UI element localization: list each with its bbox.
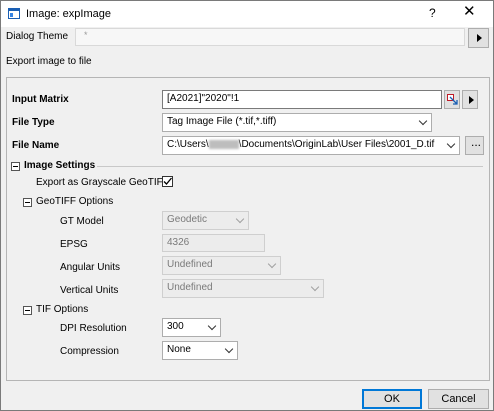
collapse-image-settings-icon[interactable] [11, 162, 20, 171]
file-name-field[interactable]: C:\Users\ \Documents\OriginLab\User Files… [162, 136, 460, 155]
dpi-resolution-value: 300 [167, 321, 184, 332]
file-name-value-end: \Documents\OriginLab\User Files\2001_D.t… [238, 139, 435, 150]
vertical-units-select[interactable]: Undefined [162, 279, 324, 298]
browse-button[interactable]: ... [465, 135, 484, 155]
epsg-label: EPSG [60, 239, 88, 250]
file-type-label: File Type [12, 117, 55, 128]
browse-label: ... [471, 135, 482, 149]
redacted-username [208, 139, 239, 149]
file-name-label: File Name [12, 140, 60, 151]
chevron-down-icon [310, 282, 320, 292]
dialog-window: Image: expImage ? ✕ Dialog Theme * Expor… [0, 0, 494, 411]
input-matrix-field[interactable]: [A2021]"2020"!1 [162, 90, 442, 109]
gt-model-label: GT Model [60, 216, 104, 227]
dialog-theme-label: Dialog Theme [6, 31, 69, 42]
dialog-theme-field[interactable]: * [75, 28, 465, 46]
compression-label: Compression [60, 346, 119, 357]
angular-units-value: Undefined [167, 259, 213, 270]
vertical-units-label: Vertical Units [60, 285, 119, 296]
right-arrow-icon [469, 96, 474, 104]
dpi-resolution-label: DPI Resolution [60, 323, 127, 334]
compression-value: None [167, 344, 191, 355]
range-select-icon [447, 94, 458, 105]
file-name-value-start: C:\Users\ [167, 139, 209, 150]
title-bar: Image: expImage ? ✕ [1, 1, 493, 27]
file-type-select[interactable]: Tag Image File (*.tif,*.tiff) [162, 113, 432, 132]
chevron-down-icon [235, 214, 245, 224]
collapse-tif-options-icon[interactable] [23, 306, 32, 315]
dpi-resolution-select[interactable]: 300 [162, 318, 221, 337]
select-range-button[interactable] [444, 90, 460, 109]
grayscale-checkbox[interactable] [162, 176, 173, 187]
image-settings-label: Image Settings [24, 160, 96, 171]
input-matrix-label: Input Matrix [12, 94, 69, 105]
chevron-down-icon [267, 259, 277, 269]
chevron-down-icon [224, 344, 234, 354]
dialog-theme-value: * [84, 30, 88, 40]
app-window-icon [8, 8, 20, 19]
chevron-down-icon [418, 116, 428, 126]
chevron-down-icon [446, 139, 456, 149]
epsg-field[interactable]: 4326 [162, 234, 265, 252]
chevron-down-icon [207, 321, 217, 331]
checkmark-icon [163, 177, 172, 185]
compression-select[interactable]: None [162, 341, 238, 360]
section-title: Export image to file [6, 56, 92, 67]
angular-units-select[interactable]: Undefined [162, 256, 281, 275]
help-button[interactable]: ? [429, 6, 436, 20]
tif-options-label: TIF Options [36, 304, 89, 315]
close-button[interactable]: ✕ [463, 4, 476, 20]
gt-model-select[interactable]: Geodetic [162, 211, 249, 230]
file-type-value: Tag Image File (*.tif,*.tiff) [167, 116, 277, 127]
cancel-button[interactable]: Cancel [428, 389, 489, 409]
vertical-units-value: Undefined [167, 282, 213, 293]
geotiff-options-label: GeoTIFF Options [36, 196, 114, 207]
angular-units-label: Angular Units [60, 262, 121, 273]
image-settings-divider [97, 166, 483, 167]
gt-model-value: Geodetic [167, 214, 208, 225]
right-arrow-icon [477, 34, 482, 42]
ok-button[interactable]: OK [362, 389, 422, 409]
collapse-geotiff-options-icon[interactable] [23, 198, 32, 207]
theme-menu-button[interactable] [468, 28, 489, 48]
input-matrix-menu-button[interactable] [462, 90, 478, 109]
grayscale-label: Export as Grayscale GeoTIFF [36, 177, 169, 188]
window-title: Image: expImage [26, 8, 111, 20]
